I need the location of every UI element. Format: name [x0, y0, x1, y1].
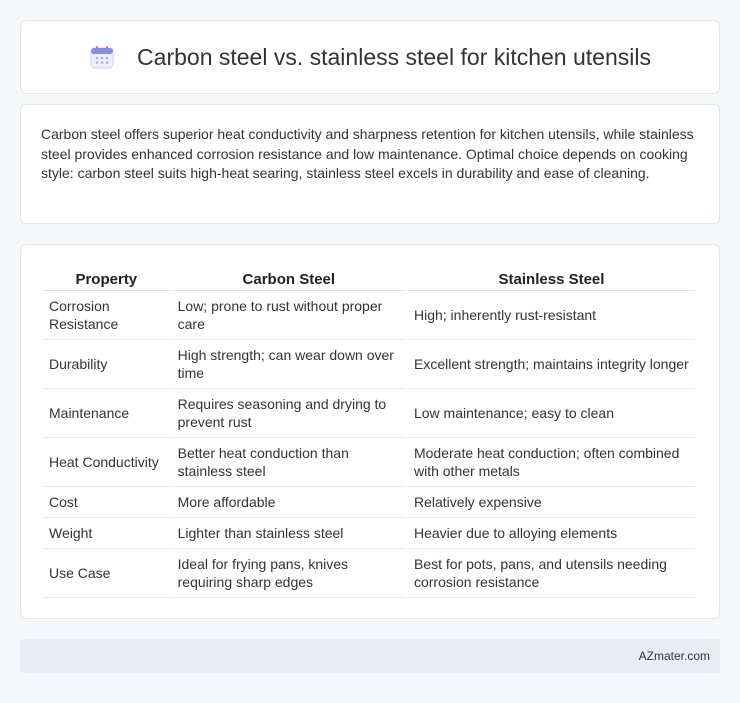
carbon-steel-cell: Requires seasoning and drying to prevent… — [171, 389, 406, 438]
table-row: Maintenance Requires seasoning and dryin… — [43, 389, 695, 438]
page-title: Carbon steel vs. stainless steel for kit… — [137, 43, 651, 70]
stainless-steel-cell: Low maintenance; easy to clean — [407, 389, 695, 438]
table-row: Heat Conductivity Better heat conduction… — [43, 438, 695, 487]
table-row: Durability High strength; can wear down … — [43, 340, 695, 389]
stainless-steel-cell: High; inherently rust-resistant — [407, 291, 695, 340]
carbon-steel-cell: High strength; can wear down over time — [171, 340, 406, 389]
summary-text: Carbon steel offers superior heat conduc… — [41, 126, 694, 181]
carbon-steel-cell: Better heat conduction than stainless st… — [171, 438, 406, 487]
property-cell: Use Case — [43, 549, 170, 598]
summary-card: Carbon steel offers superior heat conduc… — [20, 104, 720, 224]
footer: AZmater.com — [20, 639, 720, 673]
carbon-steel-cell: Ideal for frying pans, knives requiring … — [171, 549, 406, 598]
header-carbon-steel: Carbon Steel — [171, 265, 406, 291]
table-header-row: Property Carbon Steel Stainless Steel — [43, 265, 695, 291]
table-row: Corrosion Resistance Low; prone to rust … — [43, 291, 695, 340]
header-stainless-steel: Stainless Steel — [407, 265, 695, 291]
footer-source: AZmater.com — [638, 649, 710, 663]
calendar-icon — [89, 44, 115, 70]
table-row: Cost More affordable Relatively expensiv… — [43, 487, 695, 518]
property-cell: Maintenance — [43, 389, 170, 438]
stainless-steel-cell: Heavier due to alloying elements — [407, 518, 695, 549]
table-row: Weight Lighter than stainless steel Heav… — [43, 518, 695, 549]
comparison-table: Property Carbon Steel Stainless Steel Co… — [41, 265, 697, 598]
carbon-steel-cell: Low; prone to rust without proper care — [171, 291, 406, 340]
carbon-steel-cell: Lighter than stainless steel — [171, 518, 406, 549]
property-cell: Cost — [43, 487, 170, 518]
stainless-steel-cell: Moderate heat conduction; often combined… — [407, 438, 695, 487]
title-wrap: Carbon steel vs. stainless steel for kit… — [89, 44, 651, 71]
table-row: Use Case Ideal for frying pans, knives r… — [43, 549, 695, 598]
header-property: Property — [43, 265, 170, 291]
stainless-steel-cell: Excellent strength; maintains integrity … — [407, 340, 695, 389]
stainless-steel-cell: Relatively expensive — [407, 487, 695, 518]
carbon-steel-cell: More affordable — [171, 487, 406, 518]
property-cell: Durability — [43, 340, 170, 389]
property-cell: Weight — [43, 518, 170, 549]
property-cell: Heat Conductivity — [43, 438, 170, 487]
table-card: Property Carbon Steel Stainless Steel Co… — [20, 244, 720, 619]
title-card: Carbon steel vs. stainless steel for kit… — [20, 20, 720, 94]
stainless-steel-cell: Best for pots, pans, and utensils needin… — [407, 549, 695, 598]
property-cell: Corrosion Resistance — [43, 291, 170, 340]
